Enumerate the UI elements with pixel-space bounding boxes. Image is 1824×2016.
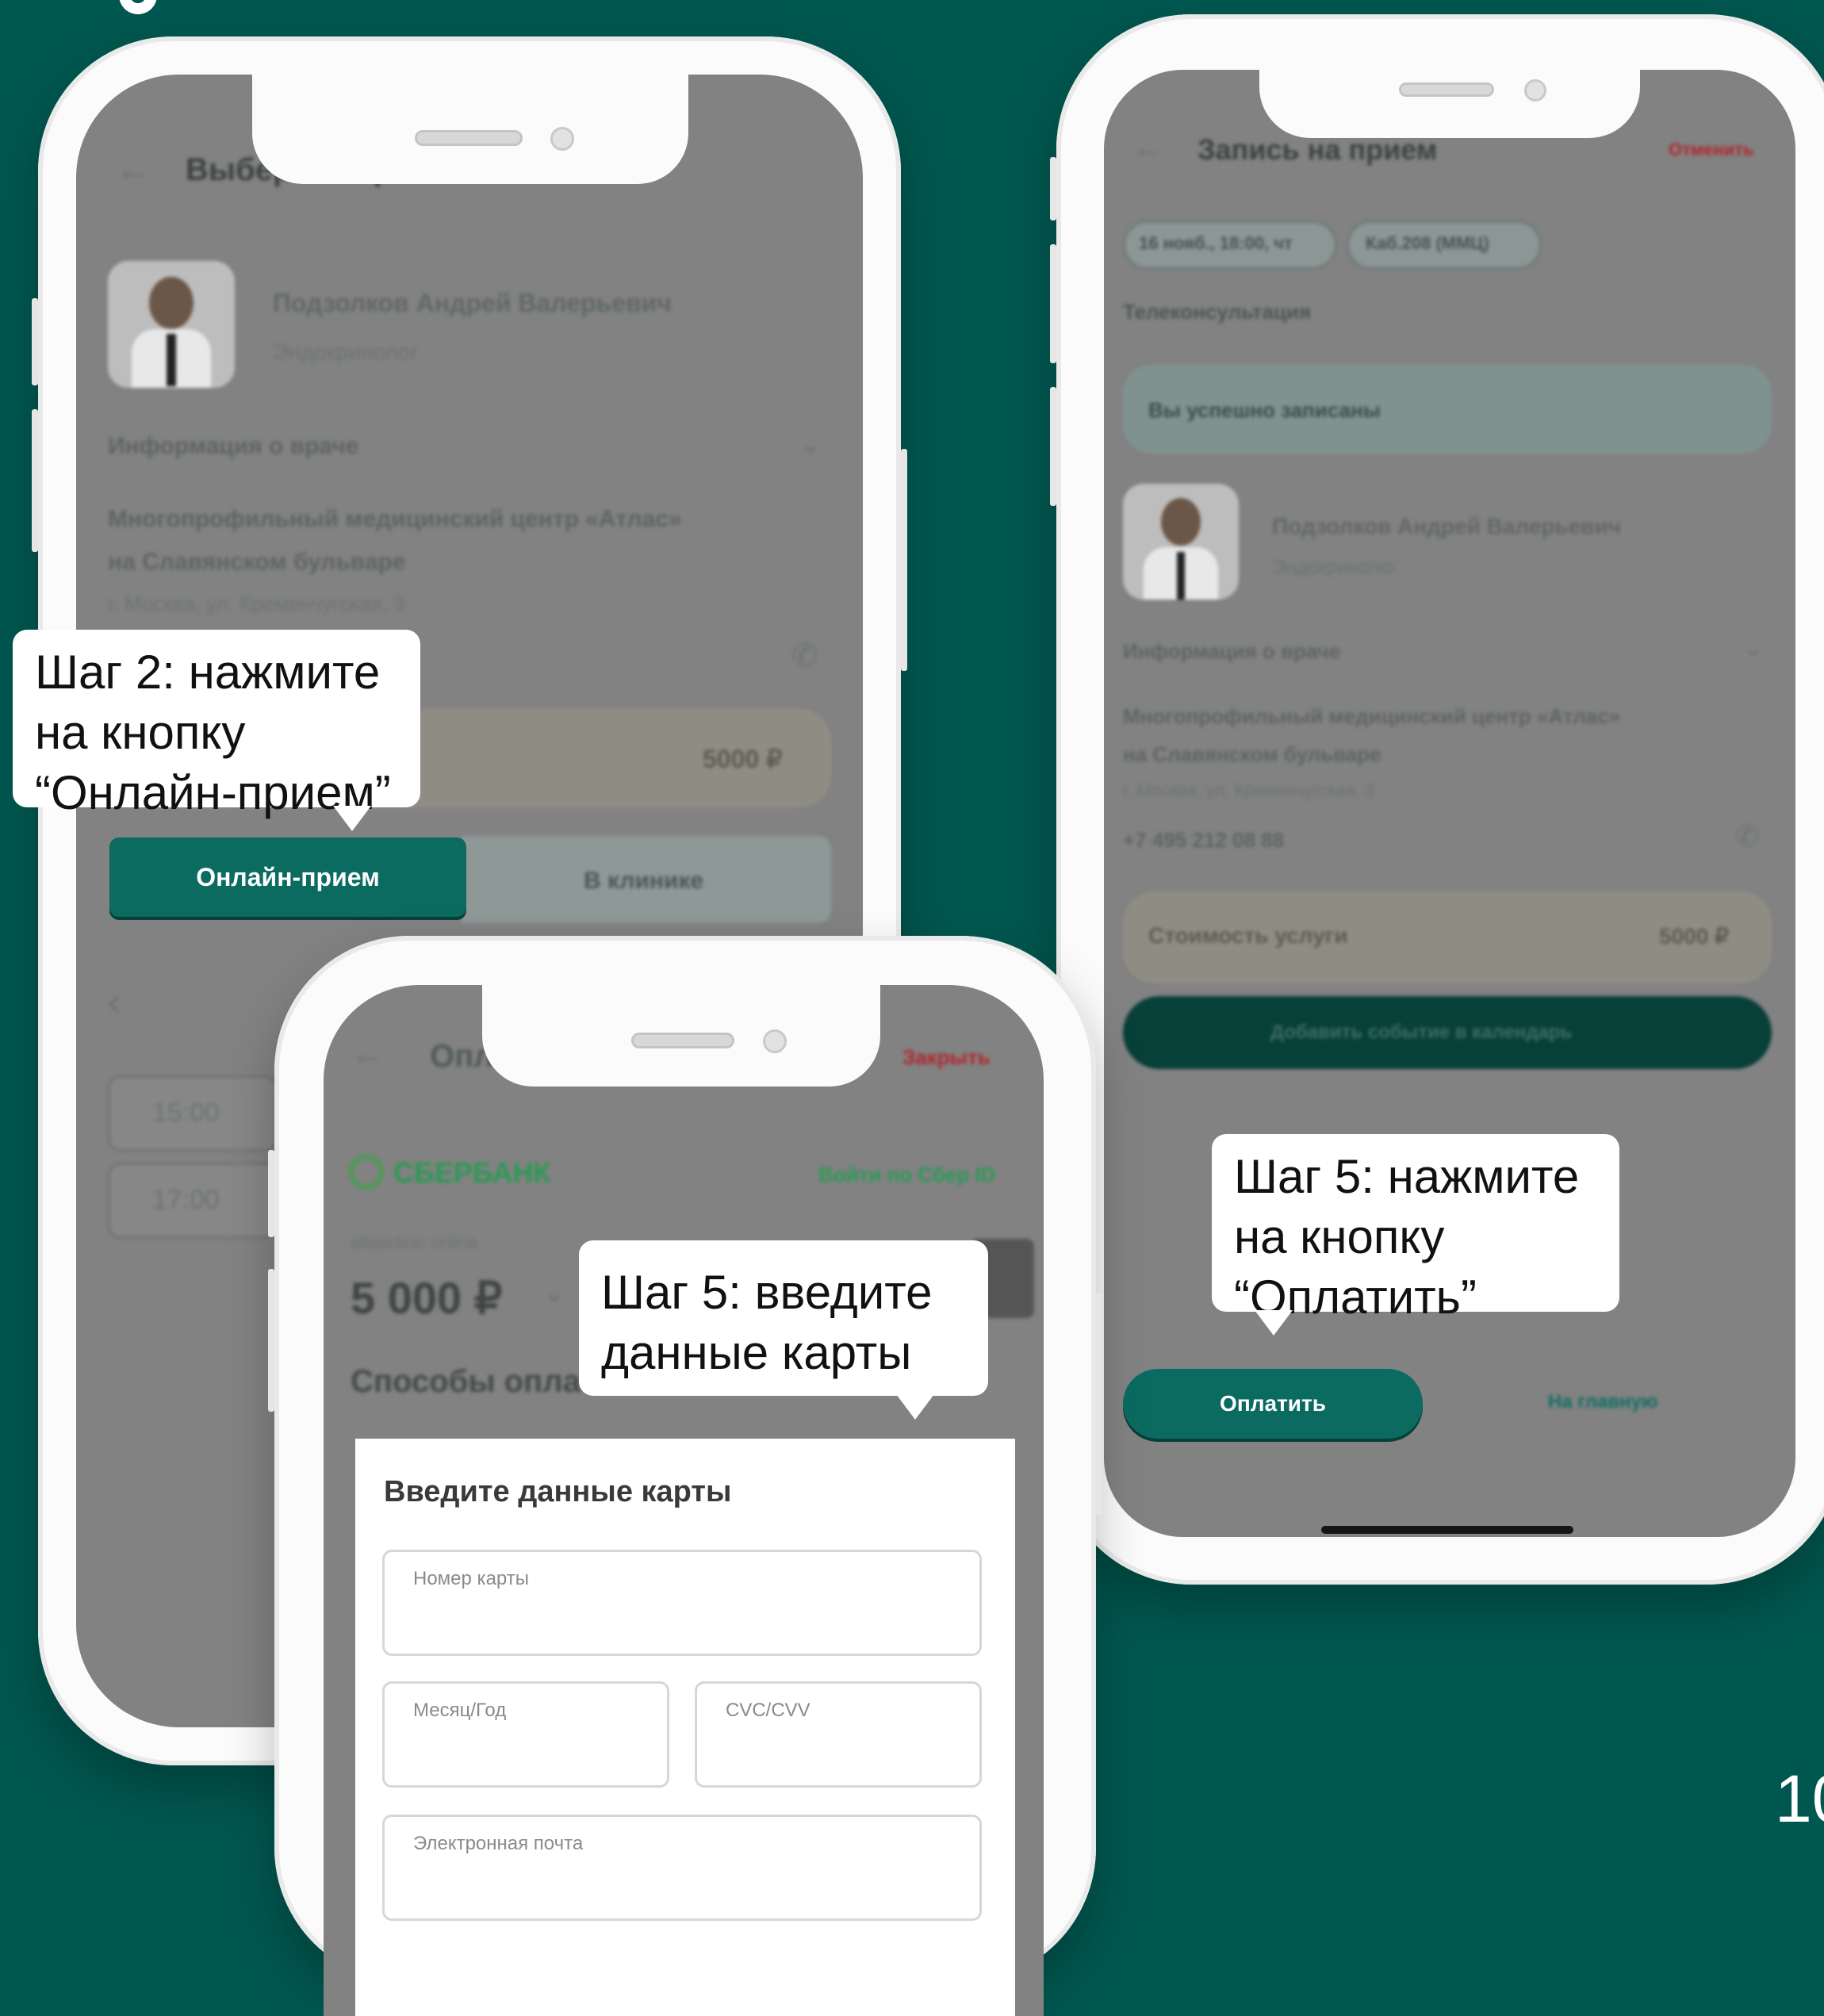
time-slot-label: 17:00 <box>152 1185 220 1215</box>
email-field[interactable]: Электронная почта <box>382 1815 982 1921</box>
add-to-calendar-label: Добавить событие в календарь <box>1270 1021 1573 1043</box>
cvc-placeholder: CVC/CVV <box>726 1700 810 1721</box>
doctor-name: Подзолков Андрей Валерьевич <box>273 289 672 317</box>
cvc-field[interactable]: CVC/CVV <box>695 1681 982 1788</box>
success-text: Вы успешно записаны <box>1148 398 1381 422</box>
chevron-down-icon[interactable]: ⌄ <box>542 1275 566 1309</box>
price-value: 5000 ₽ <box>703 745 783 773</box>
clinic-phone[interactable]: +7 495 212 08 88 <box>1123 828 1284 853</box>
phone-icon[interactable]: ✆ <box>1735 820 1759 853</box>
pay-button[interactable]: Оплатить <box>1123 1369 1423 1439</box>
phone-booking-confirmed: ← Запись на прием Отменить 16 нояб., 18:… <box>1050 14 1824 1585</box>
callout-step5-card-pointer <box>896 1394 934 1420</box>
notch <box>252 73 688 184</box>
home-link[interactable]: На главную <box>1548 1391 1657 1413</box>
clinic-name-line1: Многопрофильный медицинский центр «Атлас… <box>1123 704 1621 728</box>
callout-step2: Шаг 2: нажмите на кнопку “Онлайн-прием” <box>13 630 420 819</box>
avatar <box>1123 484 1239 600</box>
room-chip-label: Каб.208 (ММЦ) <box>1366 233 1489 253</box>
card-number-field[interactable]: Номер карты <box>382 1550 982 1656</box>
cancel-link[interactable]: Отменить <box>1669 140 1754 160</box>
sber-id-link[interactable]: Войти по Сбер ID <box>818 1163 995 1187</box>
page-number: 10 <box>1775 1761 1824 1836</box>
callout-step5-pay-pointer <box>1255 1310 1293 1336</box>
appointment-type: Телеконсультация <box>1123 300 1312 324</box>
phone-icon[interactable]: ✆ <box>791 638 818 674</box>
callout-step5-pay: Шаг 5: нажмите на кнопку “Оплатить” <box>1212 1134 1619 1324</box>
month-year-field[interactable]: Месяц/Год <box>382 1681 669 1788</box>
clinic-name-line1: Многопрофильный медицинский центр «Атлас… <box>108 506 682 532</box>
doctor-info-label[interactable]: Информация о враче <box>108 433 358 460</box>
back-arrow-icon[interactable]: ← <box>114 148 152 191</box>
time-slot-label: 15:00 <box>152 1098 220 1128</box>
doctor-name: Подзолков Андрей Валерьевич <box>1272 514 1622 538</box>
card-form: Введите данные карты Номер карты Месяц/Г… <box>355 1439 1015 2016</box>
callout-step5-card: Шаг 5: введите данные карты <box>579 1240 988 1396</box>
callout-step2-pointer <box>333 806 371 831</box>
card-form-title: Введите данные карты <box>384 1475 732 1508</box>
email-placeholder: Электронная почта <box>413 1833 584 1854</box>
chevron-down-icon[interactable]: ⌄ <box>1743 634 1763 662</box>
chevron-down-icon[interactable]: ⌄ <box>799 428 822 460</box>
sber-logo-icon <box>349 1155 384 1190</box>
close-link[interactable]: Закрыть <box>902 1045 991 1070</box>
phone3-screen: ← Оплата Закрыть СБЕРБАНК Войти по Сбер … <box>324 985 1044 2016</box>
clinic-name-line2: на Славянском бульваре <box>108 549 406 575</box>
notch <box>1259 59 1640 138</box>
merchant-name: atlasclinic online <box>351 1232 478 1252</box>
date-chip-label: 16 нояб., 18:00, чт <box>1139 233 1293 253</box>
clinic-name-line2: на Славянском бульваре <box>1123 742 1381 766</box>
home-indicator <box>1321 1526 1573 1534</box>
back-arrow-icon[interactable]: ← <box>351 1034 384 1072</box>
online-appointment-button[interactable]: Онлайн-прием <box>109 837 466 917</box>
clinic-address: г. Москва, ул. Кременчугская, 3 <box>1123 780 1374 800</box>
back-arrow-icon[interactable]: ← <box>1132 130 1164 166</box>
chevron-left-icon[interactable]: ‹ <box>108 979 121 1025</box>
price-value: 5000 ₽ <box>1659 924 1729 949</box>
clinic-address: г. Москва, ул. Кременчугская, 3 <box>108 592 405 615</box>
page-title: Запись на прием <box>1197 133 1438 166</box>
phone-payment: ← Оплата Закрыть СБЕРБАНК Войти по Сбер … <box>268 936 1102 2016</box>
month-year-placeholder: Месяц/Год <box>413 1700 507 1721</box>
amount: 5 000 ₽ <box>351 1273 503 1323</box>
bank-name: СБЕРБАНК <box>393 1156 551 1189</box>
doctor-specialty: Эндокринолог <box>273 339 419 364</box>
clinic-visit-label: В клинике <box>584 868 704 894</box>
avatar <box>108 261 235 388</box>
heading-fragment <box>119 0 436 16</box>
doctor-info-label[interactable]: Информация о враче <box>1123 639 1340 664</box>
price-label: Стоимость услуги <box>1148 923 1348 948</box>
notch <box>482 983 880 1087</box>
doctor-specialty: Эндокринолог <box>1272 557 1397 578</box>
card-number-placeholder: Номер карты <box>413 1568 529 1589</box>
